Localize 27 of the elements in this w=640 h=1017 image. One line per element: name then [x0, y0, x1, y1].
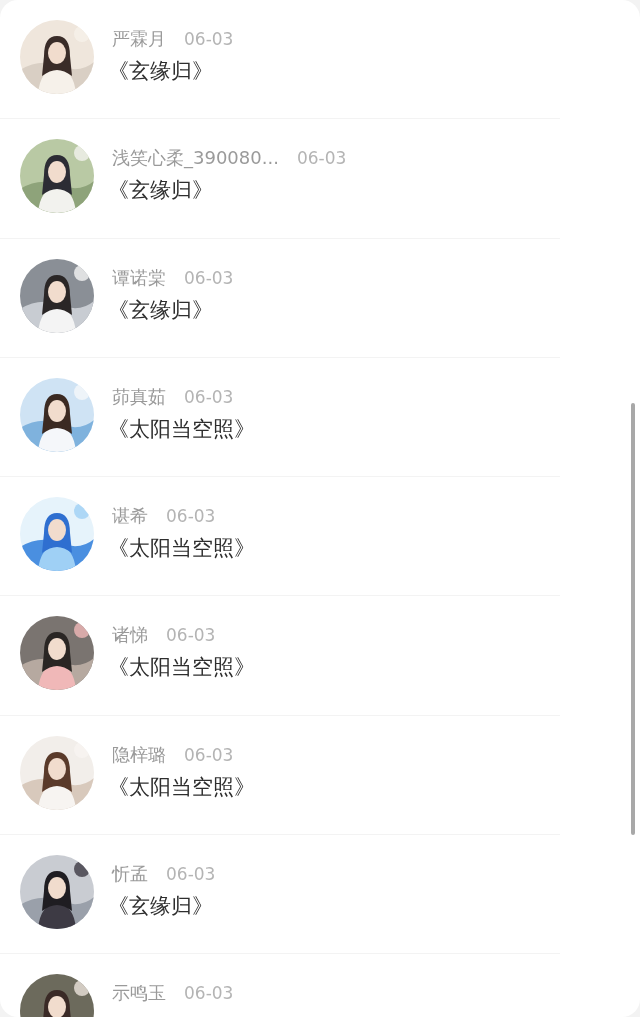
user-name: 茆真茹	[112, 384, 166, 409]
user-name: 忻孟	[112, 862, 148, 887]
post-date: 06-03	[184, 29, 234, 49]
book-title: 《玄缘归》	[108, 893, 214, 921]
book-title: 《太阳当空照》	[108, 773, 255, 801]
book-title: 《玄缘归》	[108, 296, 214, 324]
user-name: 谭诺棠	[112, 265, 166, 290]
user-name: 严霖月	[112, 27, 166, 51]
user-name: 诸悌	[112, 623, 148, 648]
book-title: 《太阳当空照》	[108, 415, 255, 443]
post-date: 06-03	[166, 625, 216, 646]
post-date: 06-03	[184, 983, 234, 1004]
post-date: 06-03	[296, 148, 347, 169]
book-title: 《玄缘归》	[108, 177, 214, 205]
book-title: 《太阳当空照》	[108, 535, 255, 563]
book-title: 《玄缘归》	[108, 58, 214, 85]
user-name: 浅笑心柔_390080...	[112, 146, 279, 171]
user-name: 谌希	[112, 504, 148, 529]
post-date: 06-03	[184, 386, 234, 407]
post-date: 06-03	[184, 744, 234, 765]
user-name: 示鸣玉	[112, 981, 166, 1006]
post-date: 06-03	[166, 864, 216, 885]
post-date: 06-03	[166, 506, 216, 527]
user-name: 隐梓璐	[112, 742, 166, 767]
post-date: 06-03	[184, 267, 234, 288]
book-title: 《太阳当空照》	[108, 654, 255, 682]
scrollbar[interactable]	[631, 403, 635, 835]
